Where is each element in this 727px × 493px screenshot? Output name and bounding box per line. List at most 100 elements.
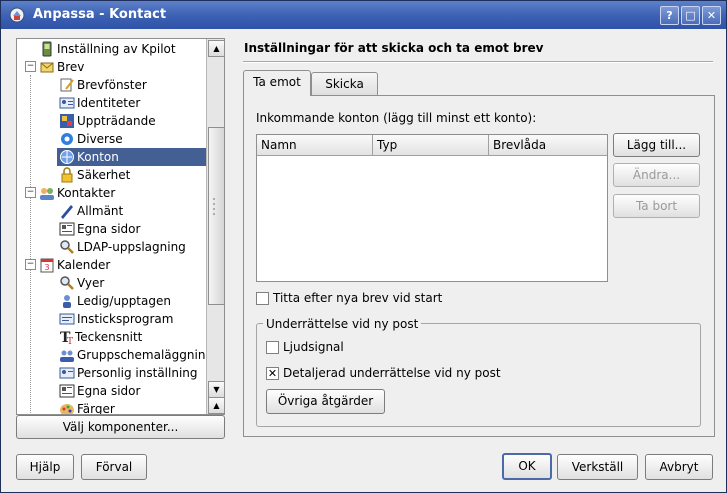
tree-item-identiteter[interactable]: Identiteter (59, 94, 205, 112)
tree-item-ledig-upptagen[interactable]: Ledig/upptagen (59, 292, 205, 310)
misc-icon (61, 133, 73, 145)
custom-pages-icon (59, 222, 75, 236)
tree-item-diverse[interactable]: Diverse (59, 130, 205, 148)
tree-item-vyer[interactable]: Vyer (59, 274, 205, 292)
column-header-typ[interactable]: Typ (373, 135, 489, 155)
tree-item-sakerhet[interactable]: Säkerhet (59, 166, 205, 184)
tree-item-label: Insticksprogram (77, 312, 174, 326)
compose-icon (60, 78, 74, 92)
plugin-card-icon (59, 313, 75, 325)
tree-item-brevfonster[interactable]: Brevfönster (59, 76, 205, 94)
group-icon (60, 350, 74, 362)
tree-item-kalender[interactable]: 3 Kalender (39, 256, 205, 274)
tree-item-allmant[interactable]: Allmänt (59, 202, 205, 220)
help-title-button[interactable]: ? (660, 6, 679, 25)
help-button[interactable]: Hjälp (16, 454, 74, 480)
tree-item-label: Identiteter (77, 96, 141, 110)
tree-item-insticksprogram[interactable]: Insticksprogram (59, 310, 205, 328)
tree-item-label: Uppträdande (77, 114, 156, 128)
tree-item-egna-sidor-kontakter[interactable]: Egna sidor (59, 220, 205, 238)
add-account-button[interactable]: Lägg till... (613, 133, 700, 157)
tree-item-kontakter[interactable]: Kontakter (39, 184, 205, 202)
other-actions-button[interactable]: Övriga åtgärder (266, 389, 385, 414)
tree-item-label: Inställning av Kpilot (57, 42, 176, 56)
scroll-up-arrow-icon[interactable]: ▲ (208, 397, 224, 414)
tree-scrollbar[interactable]: ▲ ▼ ▲ (206, 39, 224, 414)
cancel-button[interactable]: Avbryt (645, 454, 713, 480)
tree-item-ldap[interactable]: LDAP-uppslagning (59, 238, 205, 256)
tree-item-gruppschemalaggning[interactable]: Gruppschemaläggning (59, 346, 213, 364)
tree-item-teckensnitt[interactable]: TT Teckensnitt (59, 328, 205, 346)
detailed-notification-checkbox[interactable]: ✕ (266, 367, 279, 380)
splitter-handle[interactable] (212, 196, 216, 218)
ok-button[interactable]: OK (502, 453, 552, 480)
lock-icon (61, 167, 73, 183)
tree-item-label: Gruppschemaläggning (77, 348, 214, 362)
pen-icon (61, 205, 73, 219)
kontact-app-icon (9, 7, 25, 23)
tab-ta-emot[interactable]: Ta emot (243, 70, 311, 96)
modify-account-button[interactable]: Ändra... (613, 163, 700, 187)
scroll-thumb[interactable] (208, 127, 224, 305)
tree-item-konton[interactable]: Konton (57, 148, 206, 166)
tab-skicka[interactable]: Skicka (311, 72, 378, 96)
tree-item-label: Allmänt (77, 204, 124, 218)
tree-item-personlig-installning[interactable]: Personlig inställning (59, 364, 205, 382)
tree-item-label: Konton (77, 150, 119, 164)
mail-icon (40, 62, 54, 73)
incoming-accounts-label: Inkommande konton (lägg till minst ett k… (256, 111, 537, 125)
personal-card-icon (59, 367, 75, 379)
accounts-globe-icon (60, 150, 74, 164)
defaults-button[interactable]: Förval (81, 454, 147, 480)
tree-item-kpilot[interactable]: Inställning av Kpilot (39, 40, 205, 58)
identity-card-icon (59, 97, 75, 109)
tree-item-label: Brev (57, 60, 85, 74)
remove-account-button[interactable]: Ta bort (613, 194, 700, 218)
scroll-up-arrow-icon[interactable]: ▲ (208, 40, 224, 57)
appearance-icon (60, 114, 74, 128)
tree-item-label: Egna sidor (77, 384, 141, 398)
tree-item-label: Färger (77, 402, 115, 415)
collapse-kontakter-toggle[interactable]: − (25, 187, 36, 198)
list-header: Namn Typ Brevlåda (257, 135, 607, 156)
tree-connector (30, 75, 31, 414)
tree-item-label: Kalender (57, 258, 111, 272)
check-on-start-label[interactable]: Titta efter nya brev vid start (273, 291, 442, 305)
svg-text:3: 3 (44, 263, 49, 272)
tree-item-upptradande[interactable]: Uppträdande (59, 112, 205, 130)
scroll-down-arrow-icon[interactable]: ▼ (208, 381, 224, 398)
title-bar[interactable]: Anpassa - Kontact ? □ ✕ (1, 1, 726, 29)
beep-checkbox[interactable] (266, 341, 279, 354)
divider (243, 61, 713, 63)
maximize-button[interactable]: □ (681, 6, 700, 25)
tree-item-label: LDAP-uppslagning (77, 240, 186, 254)
calendar-icon: 3 (40, 258, 54, 273)
component-tree[interactable]: Inställning av Kpilot − Brev Brevfönster… (16, 38, 225, 415)
tree-item-label: Personlig inställning (77, 366, 198, 380)
contacts-icon (40, 188, 54, 200)
kpilot-icon (42, 41, 52, 57)
tree-item-label: Ledig/upptagen (77, 294, 171, 308)
tree-item-farger[interactable]: Färger (59, 400, 205, 415)
window-title: Anpassa - Kontact (33, 7, 167, 22)
apply-button[interactable]: Verkställ (557, 454, 638, 480)
beep-label[interactable]: Ljudsignal (283, 340, 344, 354)
column-header-namn[interactable]: Namn (257, 135, 373, 155)
magnifier-icon (60, 240, 74, 254)
tree-item-label: Brevfönster (77, 78, 147, 92)
tree-item-label: Säkerhet (77, 168, 131, 182)
palette-icon (60, 404, 74, 414)
select-components-button[interactable]: Välj komponenter... (16, 415, 225, 439)
collapse-brev-toggle[interactable]: − (25, 61, 36, 72)
page-title: Inställningar för att skicka och ta emot… (244, 41, 544, 55)
tree-item-egna-sidor-kalender[interactable]: Egna sidor (59, 382, 205, 400)
close-button[interactable]: ✕ (702, 6, 721, 25)
detailed-notification-label[interactable]: Detaljerad underrättelse vid ny post (283, 366, 501, 380)
tree-item-label: Vyer (77, 276, 105, 290)
tree-item-brev[interactable]: Brev (39, 58, 205, 76)
column-header-brevlada[interactable]: Brevlåda (489, 135, 606, 155)
incoming-accounts-list[interactable]: Namn Typ Brevlåda (256, 134, 608, 282)
tree-item-label: Egna sidor (77, 222, 141, 236)
check-on-start-checkbox[interactable] (256, 292, 269, 305)
collapse-kalender-toggle[interactable]: − (25, 259, 36, 270)
